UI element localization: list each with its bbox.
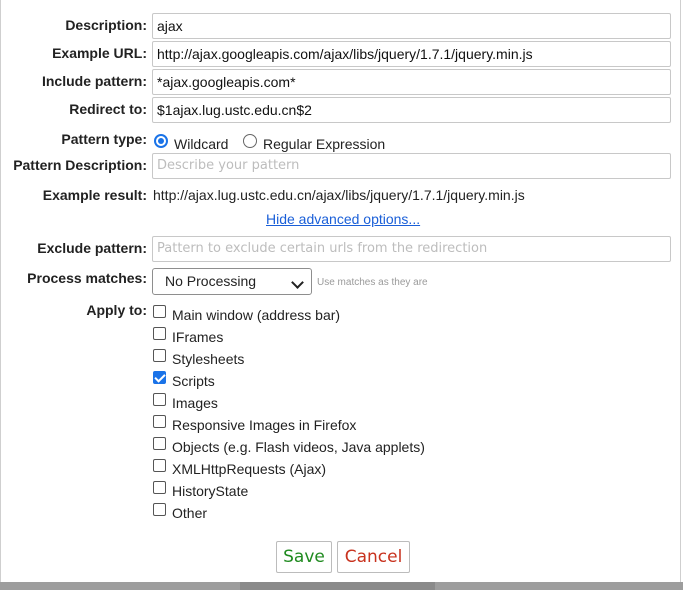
redirect-to-input[interactable]: $1ajax.lug.ustc.edu.cn$2 <box>152 97 671 123</box>
apply-other-checkbox[interactable] <box>153 503 166 516</box>
scroll-thumb[interactable] <box>240 582 435 590</box>
save-button[interactable]: Save <box>276 541 332 573</box>
example-url-row: Example URL: http://ajax.googleapis.com/… <box>0 41 683 67</box>
apply-main-window-checkbox[interactable] <box>153 305 166 318</box>
wildcard-radio-label[interactable]: Wildcard <box>174 136 228 152</box>
example-result-value: http://ajax.lug.ustc.edu.cn/ajax/libs/jq… <box>153 187 525 203</box>
exclude-pattern-label: Exclude pattern: <box>37 240 147 256</box>
example-url-input[interactable]: http://ajax.googleapis.com/ajax/libs/jqu… <box>152 41 671 67</box>
example-result-row: Example result: http://ajax.lug.ustc.edu… <box>0 183 683 209</box>
process-matches-label: Process matches: <box>27 270 147 286</box>
process-matches-value: No Processing <box>165 273 257 289</box>
apply-responsive-images-item[interactable]: Responsive Images in Firefox <box>153 415 553 437</box>
description-label: Description: <box>65 17 147 33</box>
apply-xhr-item[interactable]: XMLHttpRequests (Ajax) <box>153 459 553 481</box>
apply-objects-label[interactable]: Objects (e.g. Flash videos, Java applets… <box>172 439 425 455</box>
apply-other-label[interactable]: Other <box>172 505 207 521</box>
apply-scripts-checkbox[interactable] <box>153 371 166 384</box>
wildcard-radio[interactable] <box>154 134 168 148</box>
apply-responsive-images-label[interactable]: Responsive Images in Firefox <box>172 417 356 433</box>
redirect-to-label: Redirect to: <box>69 101 147 117</box>
process-matches-hint: Use matches as they are <box>317 277 428 288</box>
description-row: Description: ajax <box>0 13 683 39</box>
apply-historystate-item[interactable]: HistoryState <box>153 481 553 503</box>
apply-main-window-item[interactable]: Main window (address bar) <box>153 305 553 327</box>
pattern-type-label: Pattern type: <box>61 131 147 147</box>
apply-iframes-label[interactable]: IFrames <box>172 329 223 345</box>
apply-xhr-label[interactable]: XMLHttpRequests (Ajax) <box>172 461 326 477</box>
apply-objects-item[interactable]: Objects (e.g. Flash videos, Java applets… <box>153 437 553 459</box>
apply-historystate-checkbox[interactable] <box>153 481 166 494</box>
include-pattern-label: Include pattern: <box>41 73 147 89</box>
example-url-label: Example URL: <box>52 45 147 61</box>
apply-to-label: Apply to: <box>86 302 147 318</box>
apply-xhr-checkbox[interactable] <box>153 459 166 472</box>
regex-radio[interactable] <box>243 134 257 148</box>
bottom-scroll-strip <box>0 582 683 590</box>
apply-stylesheets-checkbox[interactable] <box>153 349 166 362</box>
apply-scripts-item[interactable]: Scripts <box>153 371 553 393</box>
redirect-to-row: Redirect to: $1ajax.lug.ustc.edu.cn$2 <box>0 97 683 123</box>
chevron-down-icon <box>291 276 304 289</box>
apply-scripts-label[interactable]: Scripts <box>172 373 215 389</box>
include-pattern-input[interactable]: *ajax.googleapis.com* <box>152 69 671 95</box>
apply-images-item[interactable]: Images <box>153 393 553 415</box>
process-matches-select[interactable]: No Processing <box>152 268 312 295</box>
exclude-pattern-input[interactable]: Pattern to exclude certain urls from the… <box>152 236 671 262</box>
apply-responsive-images-checkbox[interactable] <box>153 415 166 428</box>
apply-main-window-label[interactable]: Main window (address bar) <box>172 307 340 323</box>
pattern-description-label: Pattern Description: <box>13 157 147 173</box>
include-pattern-row: Include pattern: *ajax.googleapis.com* <box>0 69 683 95</box>
apply-stylesheets-label[interactable]: Stylesheets <box>172 351 244 367</box>
example-result-label: Example result: <box>42 187 147 203</box>
cancel-button[interactable]: Cancel <box>337 541 410 573</box>
exclude-pattern-row: Exclude pattern: Pattern to exclude cert… <box>0 236 683 262</box>
apply-objects-checkbox[interactable] <box>153 437 166 450</box>
pattern-description-input[interactable]: Describe your pattern <box>152 153 671 179</box>
apply-iframes-item[interactable]: IFrames <box>153 327 553 349</box>
apply-iframes-checkbox[interactable] <box>153 327 166 340</box>
hide-advanced-options-link[interactable]: Hide advanced options... <box>266 211 420 227</box>
apply-other-item[interactable]: Other <box>153 503 553 525</box>
apply-images-label[interactable]: Images <box>172 395 218 411</box>
pattern-description-row: Pattern Description: Describe your patte… <box>0 153 683 179</box>
regex-radio-label[interactable]: Regular Expression <box>263 136 385 152</box>
pattern-type-row: Pattern type: Wildcard Regular Expressio… <box>0 127 683 153</box>
apply-historystate-label[interactable]: HistoryState <box>172 483 248 499</box>
apply-stylesheets-item[interactable]: Stylesheets <box>153 349 553 371</box>
description-input[interactable]: ajax <box>152 13 671 39</box>
apply-images-checkbox[interactable] <box>153 393 166 406</box>
